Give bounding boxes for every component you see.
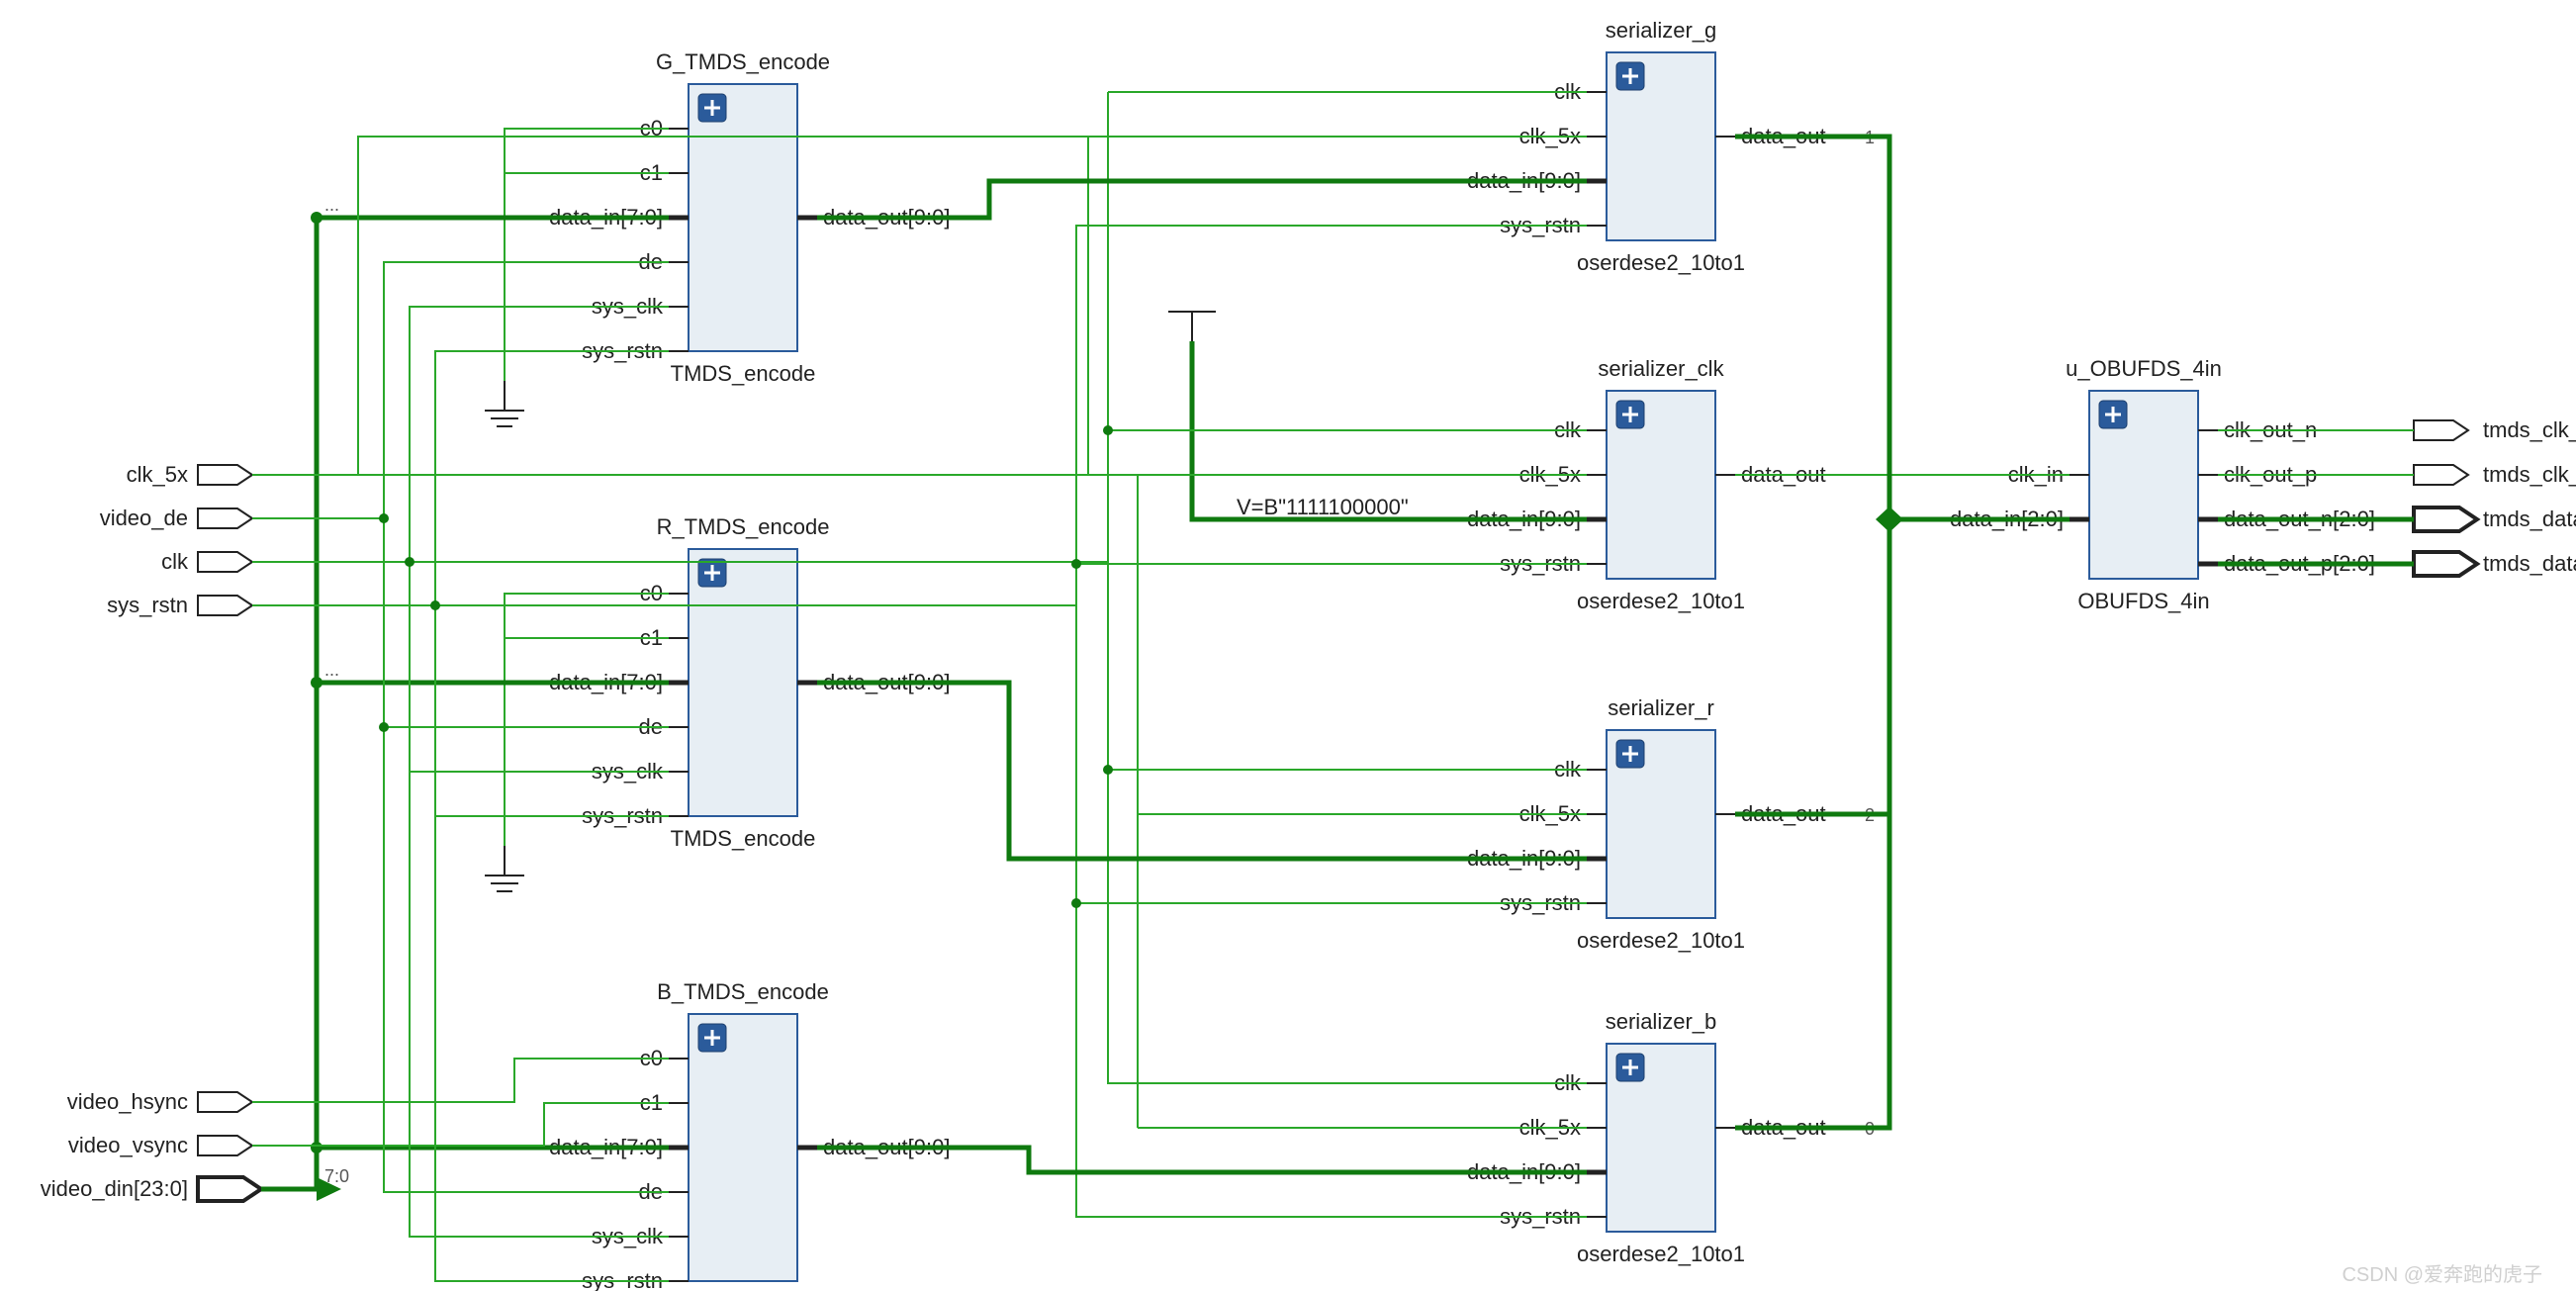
inst-label: B_TMDS_encode <box>657 979 829 1004</box>
input-label: video_hsync <box>67 1089 188 1114</box>
mod-label: oserdese2_10to1 <box>1577 250 1745 275</box>
block-serializer-r[interactable]: serializer_r oserdese2_10to1 <box>1577 695 1745 953</box>
block-serializer-b[interactable]: serializer_b oserdese2_10to1 <box>1577 1009 1745 1266</box>
watermark: CSDN @爱奔跑的虎子 <box>2342 1263 2542 1286</box>
output-label: tmds_clk_p <box>2483 462 2576 487</box>
block-obufds-4in[interactable]: u_OBUFDS_4in OBUFDS_4in <box>2066 356 2222 613</box>
input-pin-video-hsync[interactable] <box>198 1092 252 1112</box>
output-pin-tmds-clk-p[interactable] <box>2414 465 2468 485</box>
bus-slice-label: ... <box>324 660 339 680</box>
inst-label: serializer_clk <box>1598 356 1724 381</box>
mod-label: oserdese2_10to1 <box>1577 1242 1745 1266</box>
constant-label: V=B"1111100000" <box>1237 495 1409 519</box>
inst-label: u_OBUFDS_4in <box>2066 356 2222 381</box>
block-serializer-clk[interactable]: serializer_clk oserdese2_10to1 <box>1577 356 1745 613</box>
port-label: sys_rstn <box>582 1268 663 1291</box>
output-pin-tmds-data-p[interactable] <box>2414 552 2477 576</box>
output-label: tmds_data_p[2:0] <box>2483 551 2576 576</box>
bus-slice-label: ... <box>324 195 339 215</box>
input-label: video_din[23:0] <box>41 1176 188 1201</box>
output-pin-tmds-data-n[interactable] <box>2414 507 2477 531</box>
input-pin-sys-rstn[interactable] <box>198 596 252 615</box>
ground-icon <box>485 381 524 426</box>
input-pin-video-din[interactable] <box>198 1177 261 1201</box>
mod-label: OBUFDS_4in <box>2077 589 2209 613</box>
input-label: clk_5x <box>127 462 188 487</box>
input-pin-clk-5x[interactable] <box>198 465 252 485</box>
mod-label: oserdese2_10to1 <box>1577 928 1745 953</box>
input-label: clk <box>161 549 189 574</box>
input-pin-clk[interactable] <box>198 552 252 572</box>
block-b-tmds-encode[interactable]: B_TMDS_encode TMDS_encode <box>657 979 829 1291</box>
constant-icon <box>1168 312 1216 341</box>
ground-icon <box>485 846 524 891</box>
mod-label: oserdese2_10to1 <box>1577 589 1745 613</box>
inst-label: serializer_r <box>1608 695 1714 720</box>
input-label: sys_rstn <box>107 593 188 617</box>
input-pin-video-vsync[interactable] <box>198 1136 252 1155</box>
input-pin-video-de[interactable] <box>198 508 252 528</box>
inst-label: serializer_g <box>1606 18 1717 43</box>
block-serializer-g[interactable]: serializer_g oserdese2_10to1 <box>1577 18 1745 275</box>
mod-label: TMDS_encode <box>671 826 816 851</box>
bus-slice-label: 7:0 <box>324 1166 349 1186</box>
input-label: video_de <box>100 506 188 530</box>
inst-label: serializer_b <box>1606 1009 1717 1034</box>
mod-label: TMDS_encode <box>671 361 816 386</box>
inst-label: R_TMDS_encode <box>657 514 830 539</box>
output-label: tmds_data_n[2:0] <box>2483 507 2576 531</box>
inst-label: G_TMDS_encode <box>656 49 830 74</box>
output-label: tmds_clk_n <box>2483 417 2576 442</box>
output-pin-tmds-clk-n[interactable] <box>2414 420 2468 440</box>
input-label: video_vsync <box>68 1133 188 1157</box>
